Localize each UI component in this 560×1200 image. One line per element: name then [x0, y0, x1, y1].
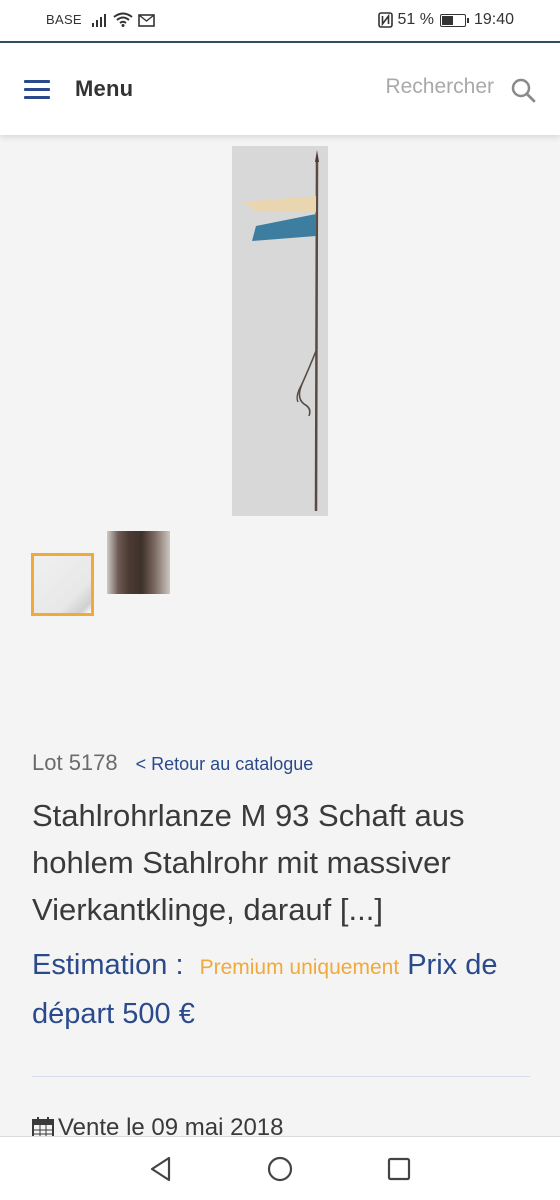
lance-illustration: [242, 150, 319, 512]
menu-label[interactable]: Menu: [75, 76, 133, 102]
lot-main-image[interactable]: [232, 146, 328, 516]
back-triangle-icon[interactable]: [147, 1155, 175, 1183]
search-icon[interactable]: [510, 77, 536, 103]
clock: 19:40: [473, 11, 514, 28]
thumbnail-2[interactable]: [107, 531, 170, 594]
recents-square-icon[interactable]: [385, 1155, 413, 1183]
carrier-label: BASE: [46, 12, 82, 27]
premium-only-link[interactable]: Premium uniquement: [200, 956, 400, 979]
lot-line: Lot 5178 < Retour au catalogue: [32, 750, 313, 776]
lot-number: Lot 5178: [32, 750, 118, 775]
status-left: BASE: [46, 12, 160, 27]
battery-icon: [439, 13, 469, 27]
system-nav-bar: [0, 1136, 560, 1200]
hamburger-menu-icon[interactable]: [24, 80, 50, 100]
search-input[interactable]: Rechercher: [385, 75, 494, 99]
signal-icon: [91, 13, 106, 27]
status-right: 51 % 19:40: [374, 11, 514, 29]
battery-percent: 51 %: [397, 11, 434, 28]
nfc-icon: [378, 12, 394, 28]
estimation-block: Estimation : Premium uniquement Prix de …: [32, 942, 532, 1038]
battery-fill: [441, 15, 453, 25]
home-circle-icon[interactable]: [266, 1155, 294, 1183]
back-to-catalogue-link[interactable]: < Retour au catalogue: [136, 754, 314, 775]
message-icon: [138, 13, 155, 27]
divider: [32, 1076, 530, 1077]
wifi-icon: [113, 12, 133, 27]
thumbnail-1-selected[interactable]: [31, 553, 94, 616]
site-header: Menu Rechercher: [0, 43, 560, 135]
lot-title: Stahlrohrlanze M 93 Schaft aus hohlem St…: [32, 798, 465, 927]
estimation-label: Estimation :: [32, 949, 184, 981]
status-bar: BASE 51 % 19:40: [0, 0, 560, 43]
